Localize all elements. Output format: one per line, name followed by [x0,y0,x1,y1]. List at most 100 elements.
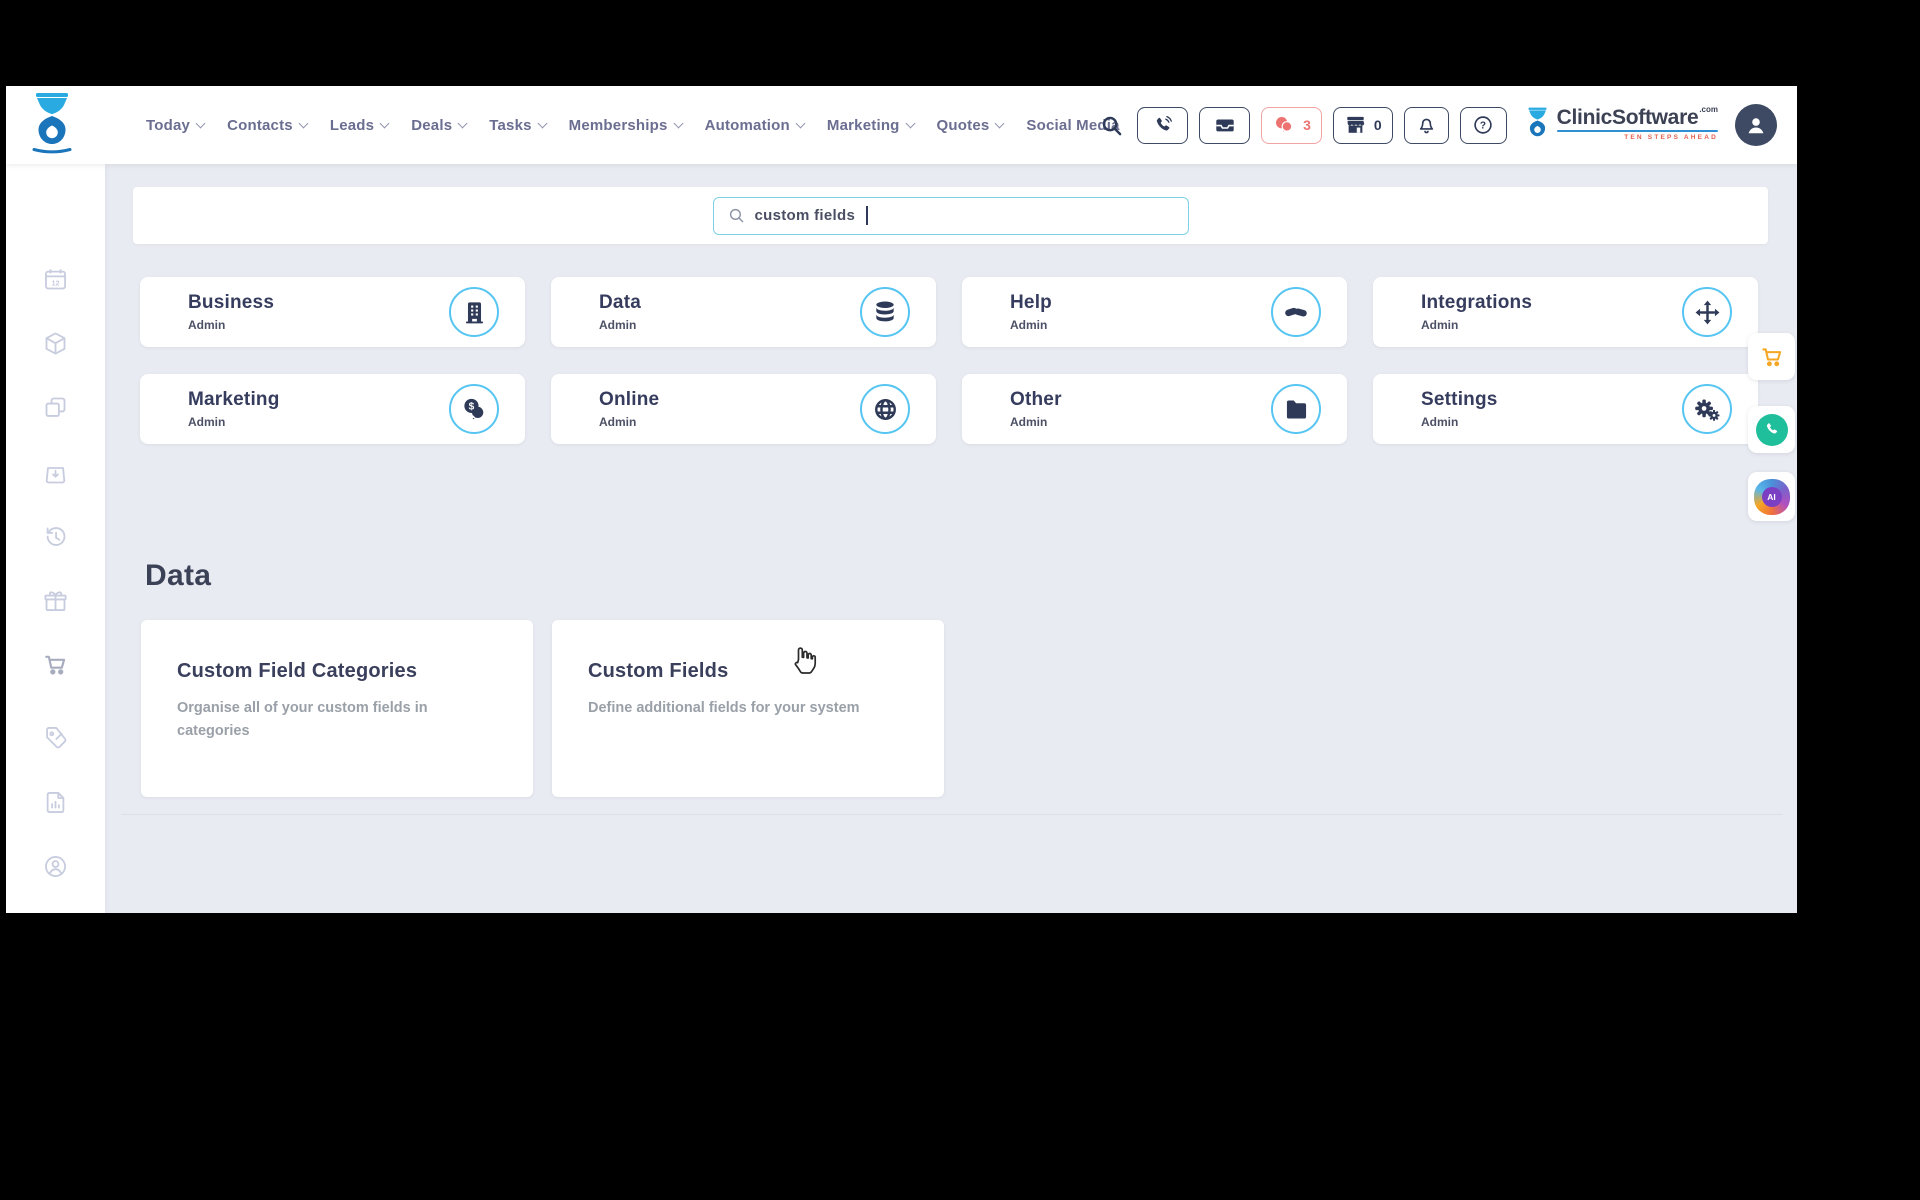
category-subtitle: Admin [1421,318,1459,332]
category-card-settings[interactable]: Settings Admin [1373,374,1758,444]
chevron-down-icon [994,118,1005,128]
person-icon [1748,118,1764,134]
nav-tasks-label: Tasks [489,116,532,134]
copy-pages-icon[interactable] [42,394,69,421]
nav-leads[interactable]: Leads [329,116,390,134]
floating-ai-button[interactable]: AI [1748,472,1795,521]
money-chat-icon: $ [449,384,499,434]
account-circle-icon[interactable] [42,853,69,880]
brand-underline [1556,130,1718,132]
nav-contacts[interactable]: Contacts [227,116,309,134]
main-content: custom fields Business Admin Data Admin … [105,164,1797,913]
history-icon[interactable] [42,523,69,550]
custom-fields-card[interactable]: Custom Fields Define additional fields f… [552,620,944,797]
tag-edit-icon[interactable] [42,724,69,751]
nav-automation-label: Automation [704,116,790,134]
category-subtitle: Admin [1010,318,1048,332]
folder-icon [1271,384,1321,434]
category-title: Marketing [188,389,280,410]
topbar: Today Contacts Leads Deals Tasks Members… [6,86,1797,164]
card-description: Define additional fields for your system [588,700,860,716]
category-title: Help [1010,292,1052,313]
brand-logo[interactable]: ClinicSoftware .com TEN STEPS AHEAD [1524,105,1718,143]
category-card-integrations[interactable]: Integrations Admin [1373,277,1758,347]
help-button[interactable]: ? [1459,106,1507,144]
category-subtitle: Admin [1421,415,1459,429]
category-title: Other [1010,389,1062,410]
nav-quotes[interactable]: Quotes [936,116,1005,134]
nav-memberships[interactable]: Memberships [568,116,684,134]
nav-deals[interactable]: Deals [411,116,468,134]
nav-today-label: Today [146,116,191,134]
module-search-input[interactable]: custom fields [712,196,1189,235]
bag-receive-icon[interactable] [42,459,69,486]
question-mark-icon: ? [1474,116,1492,134]
chevron-down-icon [537,118,548,128]
gift-icon[interactable] [42,587,69,614]
chevron-down-icon [457,118,468,128]
category-title: Online [599,389,660,410]
gears-icon [1682,384,1732,434]
floating-whatsapp-button[interactable] [1748,406,1795,453]
sidebar: 12 [6,164,105,913]
category-card-business[interactable]: Business Admin [140,277,525,347]
topbar-actions: 3 0 ? ClinicSoftware .com TEN STEPS AHEA… [1096,86,1777,164]
nav-automation[interactable]: Automation [704,116,806,134]
report-document-icon[interactable] [42,789,69,816]
package-icon[interactable] [42,330,69,357]
search-icon[interactable] [1096,107,1126,144]
inbox-button[interactable] [1199,106,1251,144]
nav-quotes-label: Quotes [936,116,990,134]
chevron-down-icon [195,118,206,128]
chevron-down-icon [905,118,915,128]
category-title: Business [188,292,275,313]
floating-cart-button[interactable] [1748,333,1795,380]
building-icon [449,287,499,337]
cart-icon[interactable] [42,651,69,678]
section-heading: Data [145,559,212,592]
chat-messages-button[interactable]: 3 [1261,106,1322,144]
store-button[interactable]: 0 [1332,106,1393,144]
chat-bubbles-icon [1276,117,1293,134]
handshake-icon [1271,287,1321,337]
user-avatar[interactable] [1735,104,1777,146]
nav-deals-label: Deals [411,116,453,134]
category-card-help[interactable]: Help Admin [962,277,1347,347]
phone-calls-button[interactable] [1137,106,1189,144]
search-panel: custom fields [133,187,1768,244]
nav-marketing[interactable]: Marketing [826,116,915,134]
nav-today[interactable]: Today [146,116,206,134]
section-divider [121,814,1783,815]
brand-name: ClinicSoftware [1556,106,1699,129]
store-count-badge: 0 [1373,117,1382,133]
category-card-other[interactable]: Other Admin [962,374,1347,444]
nav-contacts-label: Contacts [227,116,293,134]
app-logo-hourglass-icon[interactable] [28,92,76,161]
category-card-marketing[interactable]: Marketing Admin $ [140,374,525,444]
category-title: Data [599,292,641,313]
svg-text:$: $ [468,401,474,412]
svg-text:12: 12 [51,278,59,287]
nav-marketing-label: Marketing [826,116,900,134]
chevron-down-icon [379,118,390,128]
category-card-data[interactable]: Data Admin [551,277,936,347]
globe-icon [860,384,910,434]
main-nav: Today Contacts Leads Deals Tasks Members… [146,86,1120,164]
card-title: Custom Fields [588,660,729,682]
ai-label: AI [1761,486,1782,507]
category-subtitle: Admin [188,318,226,332]
chevron-down-icon [673,118,684,128]
category-subtitle: Admin [1010,415,1048,429]
database-icon [860,287,910,337]
notifications-button[interactable] [1403,106,1449,144]
search-value: custom fields [754,207,856,224]
category-card-online[interactable]: Online Admin [551,374,936,444]
nav-memberships-label: Memberships [568,116,668,134]
custom-field-categories-card[interactable]: Custom Field Categories Organise all of … [141,620,533,797]
inbox-tray-icon [1215,119,1234,132]
calendar-icon[interactable]: 12 [42,266,69,293]
nav-leads-label: Leads [329,116,375,134]
category-subtitle: Admin [599,318,637,332]
brand-tagline: TEN STEPS AHEAD [1624,134,1718,141]
nav-tasks[interactable]: Tasks [489,116,548,134]
